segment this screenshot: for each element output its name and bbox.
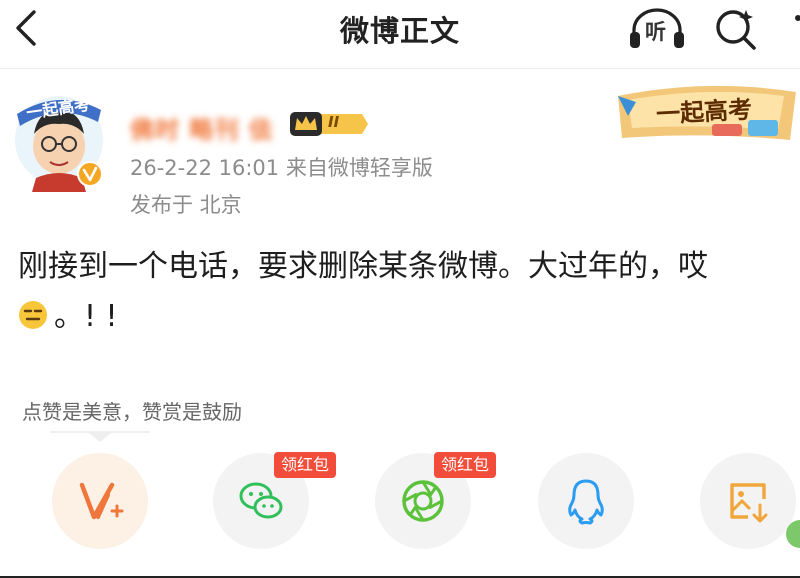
post-content: 刚接到一个电话，要求删除某条微博。大过年的，哎 。! ! (18, 242, 788, 342)
header-divider (0, 68, 800, 69)
share-qq-button[interactable] (538, 453, 634, 549)
vip-level: II (328, 113, 340, 131)
post-text-tail: 。! ! (54, 299, 118, 334)
save-image-icon (730, 483, 768, 523)
search-icon (716, 10, 756, 50)
post-text: 刚接到一个电话，要求删除某条微博。大过年的，哎 (18, 249, 708, 284)
redpack-badge[interactable]: 领红包 (434, 452, 497, 478)
more-button[interactable] (786, 6, 800, 50)
vplus-icon (79, 482, 124, 520)
share-vplus-button[interactable] (52, 453, 148, 549)
expressionless-face-icon (19, 301, 47, 329)
post-location: 发布于 北京 (130, 193, 242, 217)
hint-pointer (50, 431, 150, 442)
username[interactable]: 佛时 略刊 佉 (130, 110, 274, 145)
reward-hint: 点赞是美意，赞赏是鼓励 (22, 400, 242, 424)
gaokao-badge[interactable]: 一起高考 (612, 78, 800, 146)
listen-button[interactable]: 听 (626, 4, 688, 52)
avatar[interactable]: 一起高考 (14, 84, 104, 192)
more-icon (795, 15, 800, 21)
search-button[interactable] (712, 4, 760, 52)
qq-icon (568, 479, 604, 525)
moments-icon (402, 480, 444, 522)
post-time-source: 26-2-22 16:01 来自微博轻享版 (130, 156, 433, 180)
avatar-illustration: 一起高考 (15, 95, 103, 192)
wechat-icon (239, 482, 283, 519)
vip-badge[interactable]: II (288, 108, 370, 140)
badge-label: 一起高考 (655, 94, 753, 129)
save-image-button[interactable] (700, 453, 796, 549)
top-bar: 微博正文 听 (0, 0, 800, 62)
listen-label: 听 (645, 20, 666, 44)
redpack-badge[interactable]: 领红包 (274, 452, 337, 478)
